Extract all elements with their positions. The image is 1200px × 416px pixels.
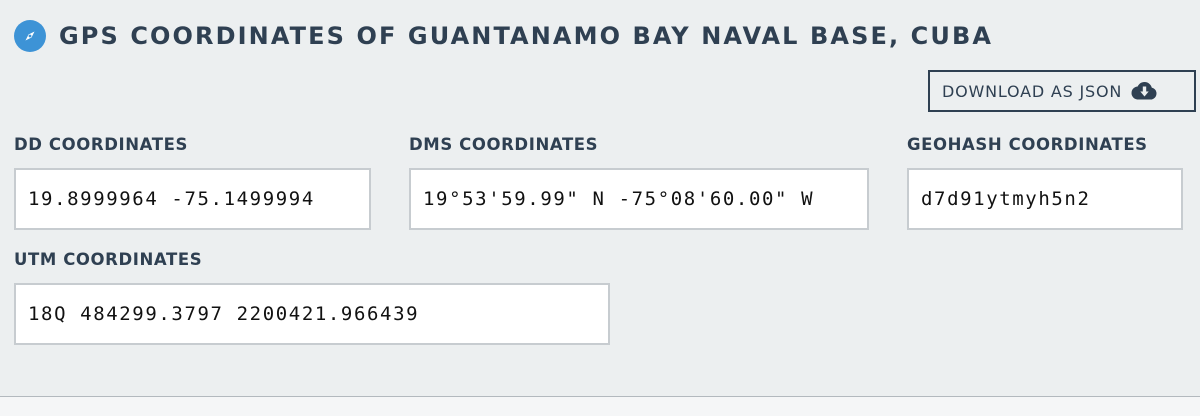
section-divider	[0, 396, 1200, 416]
page-header: GPS COORDINATES OF GUANTANAMO BAY NAVAL …	[14, 20, 993, 52]
cloud-download-icon	[1129, 81, 1157, 101]
geohash-coordinates-field[interactable]	[907, 168, 1183, 230]
dms-coordinates-field[interactable]	[409, 168, 869, 230]
dms-coordinates-label: DMS COORDINATES	[409, 135, 599, 154]
download-json-button[interactable]: DOWNLOAD AS JSON	[928, 70, 1196, 112]
utm-coordinates-field[interactable]	[14, 283, 610, 345]
dd-coordinates-field[interactable]	[14, 168, 371, 230]
compass-icon	[14, 20, 46, 52]
geohash-coordinates-label: GEOHASH COORDINATES	[907, 135, 1148, 154]
dd-coordinates-label: DD COORDINATES	[14, 135, 188, 154]
utm-coordinates-label: UTM COORDINATES	[14, 250, 203, 269]
page-title: GPS COORDINATES OF GUANTANAMO BAY NAVAL …	[59, 22, 994, 50]
download-button-label: DOWNLOAD AS JSON	[942, 81, 1123, 101]
